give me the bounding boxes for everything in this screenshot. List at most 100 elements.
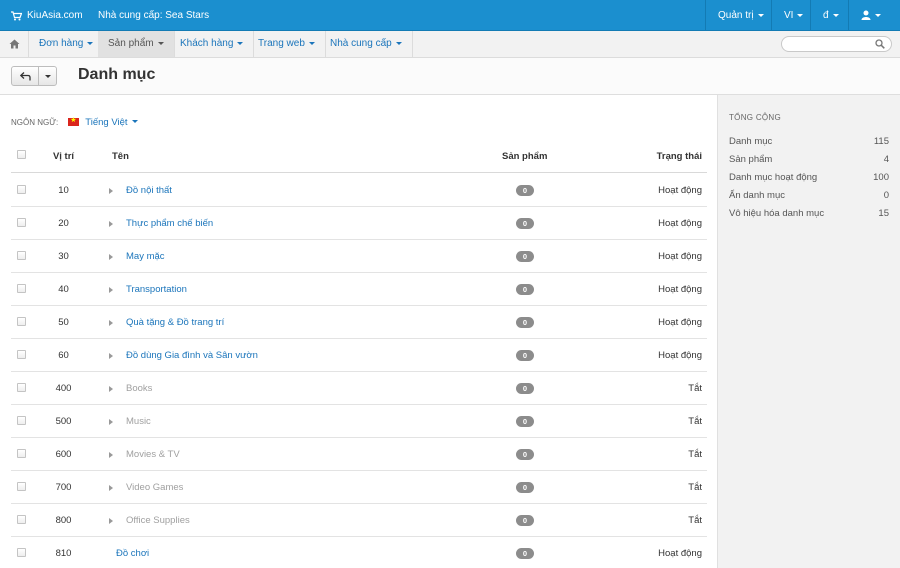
row-checkbox[interactable] [17,416,26,425]
product-count-badge: 0 [516,350,534,361]
row-checkbox[interactable] [17,449,26,458]
category-name-link[interactable]: Movies & TV [126,438,180,471]
chevron-down-icon [44,74,51,78]
admin-menu[interactable]: Quản trị [705,0,776,31]
expand-arrow-icon[interactable] [109,221,113,227]
language-menu-label: VI [784,10,794,21]
row-position: 60 [58,350,69,361]
status-toggle[interactable]: Hoạt động [658,207,702,240]
row-checkbox[interactable] [17,482,26,491]
status-toggle[interactable]: Hoạt động [658,537,702,568]
status-toggle[interactable]: Tắt [688,372,702,405]
chevron-down-icon [87,41,94,45]
cart-icon [11,10,22,20]
table-row: 600 Movies & TV 0 Tắt [11,438,707,471]
language-selector: NGÔN NGỮ: Tiếng Việt [11,115,138,129]
category-name-link[interactable]: May mặc [126,240,165,273]
expand-arrow-icon[interactable] [109,485,113,491]
nav-customers[interactable]: Khách hàng [170,31,255,57]
search-input[interactable] [788,37,878,51]
category-name-link[interactable]: Quà tặng & Đồ trang trí [126,306,224,339]
currency-menu-label: đ [823,10,829,21]
nav-customers-label: Khách hàng [180,38,234,49]
select-all-checkbox[interactable] [17,150,26,159]
header-position[interactable]: Vị trí [41,151,86,163]
table-row: 700 Video Games 0 Tắt [11,471,707,504]
chevron-down-icon [757,13,764,17]
back-button-group [11,66,57,86]
status-toggle[interactable]: Hoạt động [658,240,702,273]
row-position: 10 [58,185,69,196]
product-count-badge: 0 [516,482,534,493]
back-arrow-icon [19,71,31,80]
status-toggle[interactable]: Tắt [688,438,702,471]
status-toggle[interactable]: Tắt [688,405,702,438]
expand-arrow-icon[interactable] [109,518,113,524]
category-name-link[interactable]: Books [126,372,152,405]
row-checkbox[interactable] [17,548,26,557]
category-name-link[interactable]: Đồ nội thất [126,174,172,207]
expand-arrow-icon[interactable] [109,386,113,392]
row-checkbox[interactable] [17,185,26,194]
category-name-link[interactable]: Video Games [126,471,183,504]
row-checkbox[interactable] [17,284,26,293]
row-checkbox[interactable] [17,383,26,392]
user-menu[interactable] [848,0,900,31]
row-checkbox[interactable] [17,251,26,260]
category-name-link[interactable]: Office Supplies [126,504,190,537]
status-toggle[interactable]: Tắt [688,504,702,537]
header-products: Sản phẩm [502,151,548,162]
product-count-badge: 0 [516,449,534,460]
stat-value: 100 [873,172,889,183]
category-name-link[interactable]: Đồ dùng Gia đình và Sân vườn [126,339,258,372]
row-checkbox[interactable] [17,515,26,524]
back-dropdown-toggle[interactable] [39,67,56,85]
stat-label: Sản phẩm [729,154,773,165]
table-row: 50 Quà tặng & Đồ trang trí 0 Hoạt động [11,306,707,339]
stat-row: Danh mục 115 [729,136,889,154]
nav-orders[interactable]: Đơn hàng [29,31,105,57]
brand-link[interactable]: KiuAsia.com [11,0,83,31]
category-name-link[interactable]: Music [126,405,151,438]
row-checkbox[interactable] [17,317,26,326]
chevron-down-icon [157,41,164,45]
language-menu[interactable]: VI [771,0,815,31]
expand-arrow-icon[interactable] [109,287,113,293]
row-checkbox[interactable] [17,218,26,227]
status-toggle[interactable]: Hoạt động [658,273,702,306]
nav-products[interactable]: Sản phẩm [98,31,175,57]
home-button[interactable] [0,31,29,57]
row-checkbox[interactable] [17,350,26,359]
currency-menu[interactable]: đ [810,0,851,31]
expand-arrow-icon[interactable] [109,188,113,194]
category-name-link[interactable]: Thực phẩm chế biến [126,207,213,240]
header-name[interactable]: Tên [112,151,129,163]
language-dropdown[interactable]: Tiếng Việt [85,116,138,128]
back-button[interactable] [12,67,40,85]
stat-value: 15 [878,208,889,219]
expand-arrow-icon[interactable] [109,452,113,458]
status-toggle[interactable]: Tắt [688,471,702,504]
expand-arrow-icon[interactable] [109,353,113,359]
status-toggle[interactable]: Hoạt động [658,339,702,372]
search-icon[interactable] [875,39,885,49]
expand-arrow-icon[interactable] [109,419,113,425]
category-name-link[interactable]: Transportation [126,273,187,306]
language-value: Tiếng Việt [85,116,128,128]
table-row: 40 Transportation 0 Hoạt động [11,273,707,306]
category-name-link[interactable]: Đồ chơi [116,537,149,568]
chevron-down-icon [395,41,402,45]
nav-vendors[interactable]: Nhà cung cấp [320,31,413,57]
expand-arrow-icon[interactable] [109,254,113,260]
stat-value: 4 [883,154,889,165]
vietnam-flag-icon [68,116,80,126]
page-header: Danh mục [0,58,900,95]
status-toggle[interactable]: Hoạt động [658,174,702,207]
row-position: 600 [55,449,72,460]
product-count-badge: 0 [516,317,534,328]
nav-website[interactable]: Trang web [248,31,326,57]
expand-arrow-icon[interactable] [109,320,113,326]
user-icon [861,10,871,21]
status-toggle[interactable]: Hoạt động [658,306,702,339]
summary-title: TỔNG CỘNG [729,113,782,122]
